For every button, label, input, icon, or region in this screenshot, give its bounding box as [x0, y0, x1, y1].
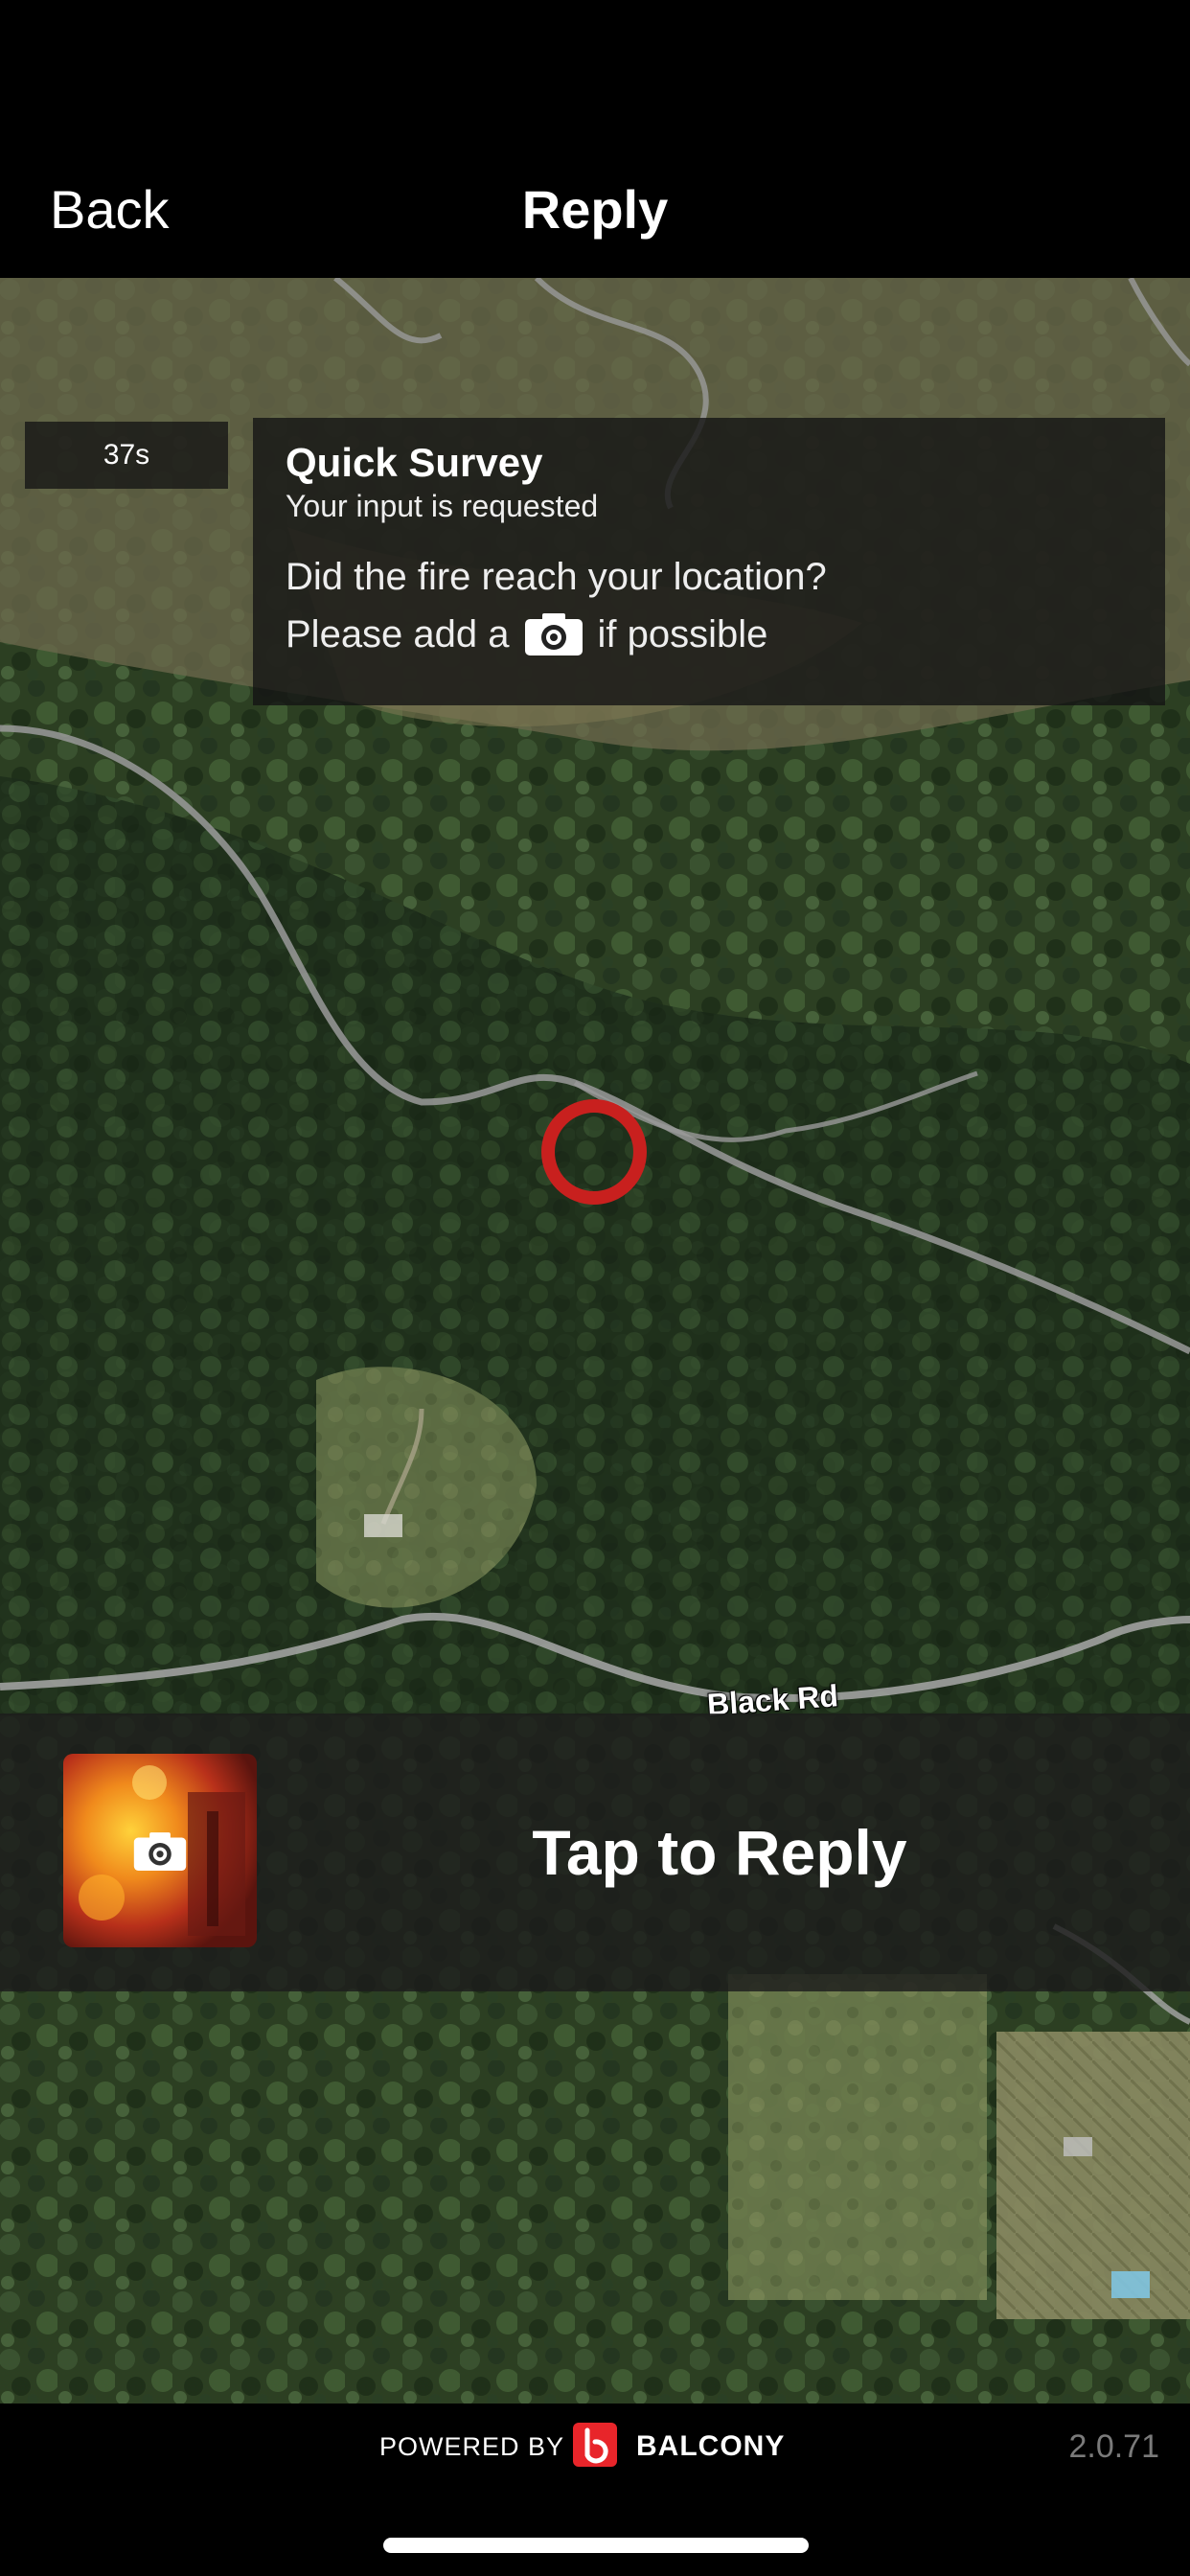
countdown-timer: 37s	[25, 422, 228, 489]
survey-question: Did the fire reach your location?	[286, 556, 827, 598]
reply-screen: Back Reply 37s Quick Survey Your input i…	[0, 0, 1190, 2576]
page-title: Reply	[521, 179, 669, 240]
survey-title: Quick Survey	[286, 440, 543, 485]
tap-to-reply-button[interactable]: Tap to Reply	[0, 1714, 1190, 1991]
instruction-text-before: Please add a	[286, 613, 510, 656]
brand-name: BALCONY	[636, 2430, 786, 2462]
survey-instruction: Please add a if possible	[286, 610, 1133, 659]
location-marker	[540, 1098, 648, 1206]
reply-label: Tap to Reply	[532, 1817, 907, 1888]
navigation-bar: Back Reply	[0, 0, 1190, 278]
survey-subtitle: Your input is requested	[286, 489, 599, 523]
camera-icon	[523, 611, 584, 657]
footer: POWERED BY BALCONY 2.0.71	[0, 2404, 1190, 2576]
home-indicator[interactable]	[383, 2538, 809, 2553]
survey-card: Quick Survey Your input is requested Did…	[253, 418, 1165, 705]
instruction-text-after: if possible	[597, 613, 768, 656]
app-version: 2.0.71	[1068, 2428, 1159, 2465]
powered-by-label: POWERED BY	[379, 2432, 565, 2461]
camera-icon	[132, 1830, 188, 1873]
balcony-logo-icon	[573, 2423, 617, 2467]
reply-photo-thumbnail[interactable]	[63, 1754, 257, 1947]
